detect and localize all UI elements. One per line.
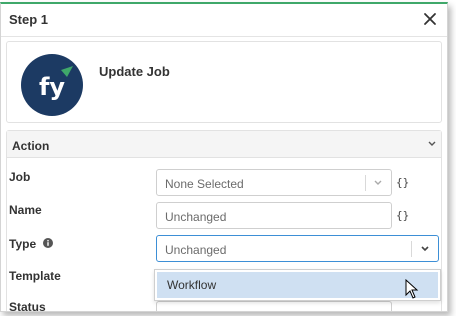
job-select-value: None Selected xyxy=(165,177,244,191)
action-section-header[interactable]: Action xyxy=(7,131,441,158)
job-select[interactable]: None Selected xyxy=(156,169,392,196)
name-label: Name xyxy=(9,203,42,217)
job-select-separator xyxy=(365,175,366,191)
type-select[interactable]: Unchanged xyxy=(156,235,439,262)
info-icon[interactable] xyxy=(43,238,53,248)
chevron-down-icon[interactable] xyxy=(373,179,383,187)
mouse-pointer-icon xyxy=(405,279,419,299)
name-input-value: Unchanged xyxy=(165,210,227,224)
name-expression-button[interactable]: {} xyxy=(396,209,409,222)
name-input[interactable]: Unchanged xyxy=(156,202,392,229)
chevron-down-icon[interactable] xyxy=(427,140,437,148)
step-title: Update Job xyxy=(99,64,170,79)
job-label: Job xyxy=(9,170,31,184)
dropdown-option-label: Workflow xyxy=(167,278,217,292)
action-section-title: Action xyxy=(12,139,50,153)
svg-text:fy: fy xyxy=(39,73,65,101)
type-select-separator xyxy=(411,241,412,257)
status-label: Status xyxy=(9,300,46,312)
type-dropdown-menu: Workflow xyxy=(154,269,441,301)
chevron-down-icon[interactable] xyxy=(420,245,430,253)
step-summary: fy Update Job xyxy=(6,41,442,123)
template-label: Template xyxy=(9,269,61,283)
fym-logo-icon: fy xyxy=(21,54,83,116)
job-expression-button[interactable]: {} xyxy=(396,176,409,189)
type-select-value: Unchanged xyxy=(165,243,227,257)
dropdown-option-workflow[interactable]: Workflow xyxy=(157,272,438,298)
status-select[interactable] xyxy=(156,301,392,311)
panel-header: Step 1 xyxy=(1,4,447,37)
close-icon[interactable] xyxy=(423,12,437,26)
panel-title: Step 1 xyxy=(9,12,49,27)
step-panel: Step 1 fy Update Job Action Job None Sel… xyxy=(0,2,448,312)
canvas: Step 1 fy Update Job Action Job None Sel… xyxy=(0,0,456,316)
type-label: Type xyxy=(9,237,37,251)
